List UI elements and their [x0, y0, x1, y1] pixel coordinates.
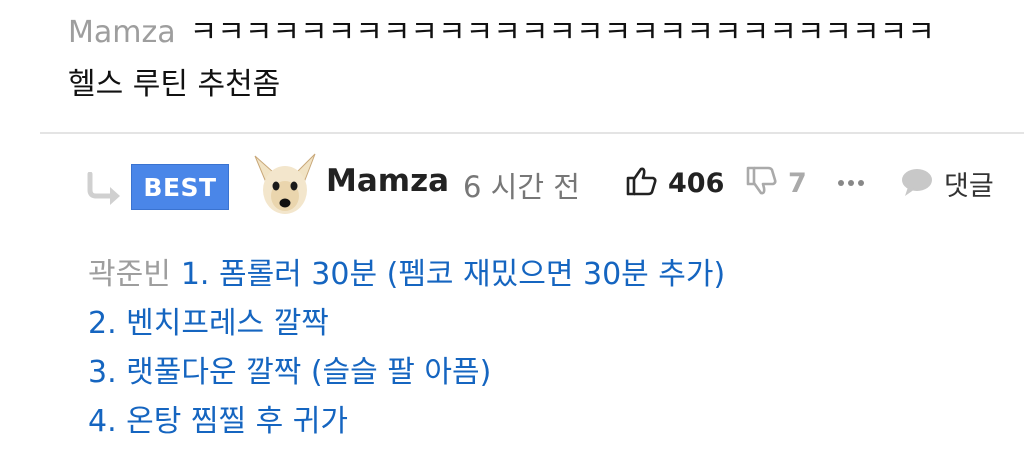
reply-button[interactable]: 댓글: [900, 164, 994, 203]
like-button[interactable]: 406: [626, 165, 724, 201]
more-dots-icon[interactable]: [836, 168, 866, 198]
best-badge: BEST: [131, 164, 229, 210]
parent-comment-text-2: 헬스 루틴 추천좀: [68, 67, 281, 102]
parent-comment-text: ㅋㅋㅋㅋㅋㅋㅋㅋㅋㅋㅋㅋㅋㅋㅋㅋㅋㅋㅋㅋㅋㅋㅋㅋㅋㅋㅋ: [189, 15, 935, 50]
parent-comment: Mamza ㅋㅋㅋㅋㅋㅋㅋㅋㅋㅋㅋㅋㅋㅋㅋㅋㅋㅋㅋㅋㅋㅋㅋㅋㅋㅋㅋ 헬스 루틴 추…: [68, 12, 935, 106]
avatar[interactable]: [251, 150, 319, 218]
like-count: 406: [668, 167, 725, 199]
speech-bubble-icon: [900, 167, 934, 201]
comment-line: 4. 온탕 찜찔 후 귀가: [88, 404, 348, 439]
mention[interactable]: 곽준빈: [88, 257, 171, 292]
parent-author[interactable]: Mamza: [68, 15, 176, 50]
comment-line: 곽준빈 1. 폼롤러 30분 (펨코 재밌으면 30분 추가): [88, 250, 725, 299]
comment-timestamp: 6 시간 전: [463, 170, 580, 204]
comment-body: 곽준빈 1. 폼롤러 30분 (펨코 재밌으면 30분 추가) 2. 벤치프레스 …: [88, 250, 725, 446]
comment-line-text: 1. 폼롤러 30분 (펨코 재밌으면 30분 추가): [180, 257, 726, 292]
comment-author[interactable]: Mamza: [326, 163, 449, 199]
reply-arrow-icon: [86, 171, 124, 206]
dislike-button[interactable]: 7: [746, 165, 807, 201]
reply-label: 댓글: [944, 171, 994, 202]
comment-line: 2. 벤치프레스 깔짝: [88, 306, 329, 341]
divider: [40, 132, 1024, 134]
comment-line: 3. 랫풀다운 깔짝 (슬슬 팔 아픔): [88, 355, 492, 390]
dislike-count: 7: [788, 167, 807, 199]
parent-comment-line1: Mamza ㅋㅋㅋㅋㅋㅋㅋㅋㅋㅋㅋㅋㅋㅋㅋㅋㅋㅋㅋㅋㅋㅋㅋㅋㅋㅋㅋ: [68, 12, 935, 54]
thumbs-up-icon: [626, 165, 658, 201]
thumbs-down-icon: [746, 165, 778, 201]
